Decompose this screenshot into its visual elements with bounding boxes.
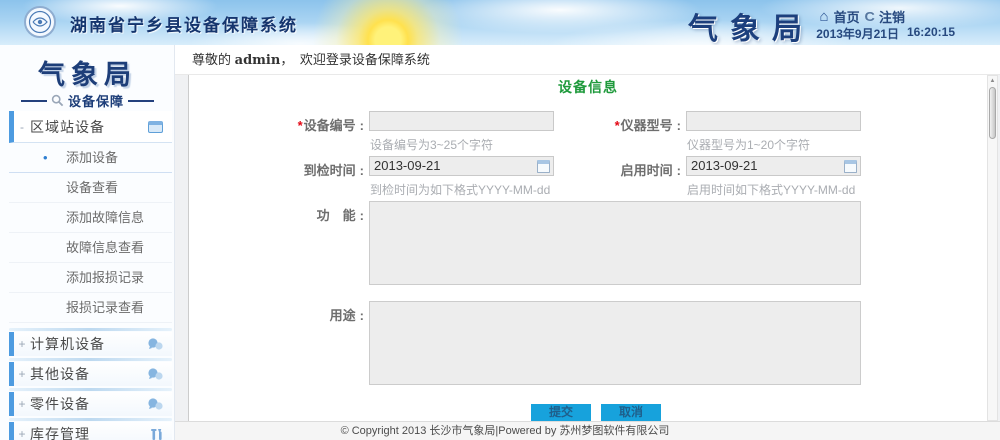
sidebar-group-inventory[interactable]: + 库存管理	[9, 422, 172, 440]
home-link[interactable]: 首页	[834, 7, 860, 26]
sidebar-group-label: 计算机设备	[30, 334, 147, 354]
required-asterisk: *	[615, 118, 620, 133]
sidebar-group-other-devices[interactable]: + 其他设备	[9, 362, 172, 386]
expand-indicator: +	[14, 397, 30, 411]
required-asterisk: *	[298, 118, 303, 133]
chat-bubbles-icon	[147, 368, 164, 381]
usage-label: 用途:	[267, 305, 364, 324]
logout-icon: C	[864, 9, 874, 24]
instrument-model-label: *仪器型号:	[589, 115, 681, 134]
expand-indicator: +	[14, 427, 30, 440]
usage-textarea[interactable]	[369, 301, 861, 385]
enable-date-label: 启用时间:	[589, 160, 681, 179]
sidebar-item-label: 设备查看	[66, 180, 118, 195]
instrument-model-hint: 仪器型号为1~20个字符	[687, 136, 810, 153]
sidebar-item-view-damage[interactable]: 报损记录查看	[9, 293, 172, 323]
sidebar-group-parts-devices[interactable]: + 零件设备	[9, 392, 172, 416]
window-icon	[148, 121, 163, 133]
app-title: 湖南省宁乡县设备保障系统	[70, 11, 298, 36]
magnifier-icon	[51, 94, 64, 107]
page: 湖南省宁乡县设备保障系统 气象局 ⌂ 首页 C 注销 2013年9月21日 16…	[0, 0, 1000, 440]
sidebar-logo-title: 气象局	[0, 53, 175, 92]
calendar-icon[interactable]	[844, 160, 857, 173]
sidebar-item-label: 故障信息查看	[66, 240, 144, 255]
check-date-label: 到检时间:	[267, 160, 364, 179]
enable-date-value: 2013-09-21	[691, 158, 758, 173]
sidebar-group-station-devices[interactable]: - 区域站设备	[9, 111, 172, 143]
welcome-bar: 尊敬的 admin， 欢迎登录设备保障系统	[175, 45, 1000, 75]
content-area: 尊敬的 admin， 欢迎登录设备保障系统 设备信息 *设备编号: *仪器型号:…	[175, 45, 1000, 440]
datetime: 2013年9月21日 16:20:15	[816, 25, 955, 42]
sidebar-item-label: 添加故障信息	[66, 210, 144, 225]
welcome-suffix: ， 欢迎登录设备保障系统	[280, 52, 430, 67]
footer: © Copyright 2013 长沙市气象局|Powered by 苏州梦图软…	[175, 421, 1000, 440]
menu-separator	[9, 388, 172, 391]
time-label: 16:20:15	[907, 25, 955, 42]
sidebar-item-label: 添加报损记录	[66, 270, 144, 285]
sidebar: 气象局 设备保障 - 区域站设备 • 添加设备 设备查看	[0, 45, 175, 440]
device-no-label: *设备编号:	[267, 115, 364, 134]
enable-date-hint: 启用时间如下格式YYYY-MM-dd	[687, 181, 855, 198]
cancel-button[interactable]: 取消	[601, 404, 661, 421]
form-title: 设备信息	[189, 77, 987, 97]
expand-indicator: +	[14, 337, 30, 351]
device-no-input[interactable]	[369, 111, 554, 131]
sidebar-menu: - 区域站设备 • 添加设备 设备查看 添加故障信息 故障信息查看	[9, 111, 172, 323]
sidebar-item-add-damage[interactable]: 添加报损记录	[9, 263, 172, 293]
sidebar-group-label: 零件设备	[30, 394, 147, 414]
sidebar-group-computer-devices[interactable]: + 计算机设备	[9, 332, 172, 356]
check-date-hint: 到检时间为如下格式YYYY-MM-dd	[370, 181, 550, 198]
sidebar-group-label: 其他设备	[30, 364, 147, 384]
copyright-text: © Copyright 2013 长沙市气象局|Powered by 苏州梦图软…	[175, 422, 835, 440]
bureau-logo-icon	[24, 6, 56, 38]
function-textarea[interactable]	[369, 201, 861, 285]
sidebar-group-label: 库存管理	[30, 424, 150, 440]
check-date-value: 2013-09-21	[374, 158, 441, 173]
submit-button[interactable]: 提交	[531, 404, 591, 421]
sidebar-logo-subtitle-row: 设备保障	[0, 91, 175, 110]
menu-separator	[9, 418, 172, 421]
sidebar-item-view-devices[interactable]: 设备查看	[9, 173, 172, 203]
scrollbar-thumb[interactable]	[989, 87, 996, 139]
calendar-icon[interactable]	[537, 160, 550, 173]
device-form-panel: 设备信息 *设备编号: *仪器型号: 设备编号为3~25个字符 仪器型号为1~2…	[188, 75, 987, 421]
header: 湖南省宁乡县设备保障系统 气象局 ⌂ 首页 C 注销 2013年9月21日 16…	[0, 0, 1000, 45]
chat-bubbles-icon	[147, 338, 164, 351]
chat-bubbles-icon	[147, 398, 164, 411]
device-no-hint: 设备编号为3~25个字符	[370, 136, 493, 153]
sidebar-group-label: 区域站设备	[30, 117, 148, 137]
welcome-prefix: 尊敬的	[192, 52, 231, 67]
expand-indicator: +	[14, 367, 30, 381]
function-label: 功 能:	[267, 205, 364, 224]
enable-date-input[interactable]: 2013-09-21	[686, 156, 861, 176]
header-nav: ⌂ 首页 C 注销	[820, 7, 905, 26]
sidebar-item-view-faults[interactable]: 故障信息查看	[9, 233, 172, 263]
divider-line	[128, 100, 154, 102]
bullet-icon: •	[43, 143, 48, 173]
sidebar-item-add-fault[interactable]: 添加故障信息	[9, 203, 172, 233]
divider-line	[21, 100, 47, 102]
instrument-model-input[interactable]	[686, 111, 861, 131]
sidebar-item-add-device[interactable]: • 添加设备	[9, 143, 172, 173]
sidebar-submenu: • 添加设备 设备查看 添加故障信息 故障信息查看 添加报损记录 报损记录查看	[9, 143, 172, 323]
username: admin	[235, 53, 281, 68]
home-icon: ⌂	[820, 8, 829, 25]
date-label: 2013年9月21日	[816, 25, 899, 42]
sidebar-logo-subtitle: 设备保障	[68, 91, 124, 110]
collapse-indicator: -	[14, 120, 30, 134]
menu-separator	[9, 358, 172, 361]
scroll-up-icon[interactable]: ▲	[988, 76, 997, 86]
sidebar-item-label: 添加设备	[66, 150, 118, 165]
vertical-scrollbar[interactable]: ▲	[987, 75, 998, 421]
sidebar-item-label: 报损记录查看	[66, 300, 144, 315]
brand-title: 气象局	[688, 4, 814, 48]
check-date-input[interactable]: 2013-09-21	[369, 156, 554, 176]
tools-icon	[150, 428, 164, 440]
logout-link[interactable]: 注销	[879, 7, 905, 26]
menu-separator	[9, 328, 172, 331]
